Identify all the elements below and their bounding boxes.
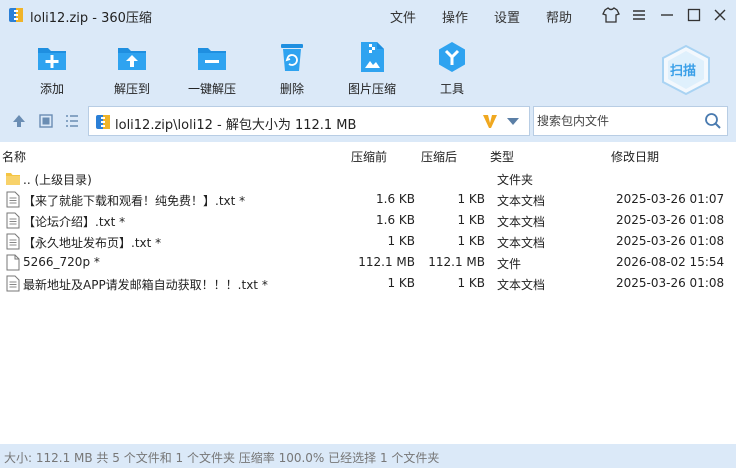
file-type: 文本文档 bbox=[497, 215, 546, 229]
address-dropdown-icon[interactable] bbox=[507, 118, 519, 125]
file-size-after: 1 KB bbox=[457, 213, 485, 227]
menu-settings[interactable]: 设置 bbox=[494, 7, 520, 26]
file-type: 文本文档 bbox=[497, 236, 546, 250]
list-header: 名称 压缩前 压缩后 类型 修改日期 bbox=[0, 142, 736, 166]
file-size-before: 1.6 KB bbox=[376, 213, 415, 227]
search-box bbox=[533, 106, 728, 136]
close-icon[interactable] bbox=[711, 6, 729, 24]
file-name: 【论坛介绍】.txt * bbox=[23, 215, 126, 229]
scan-label: 扫描 bbox=[670, 64, 697, 79]
tools-button[interactable]: 工具 bbox=[417, 40, 487, 100]
text-file-icon bbox=[6, 275, 20, 292]
app-logo-icon bbox=[9, 8, 23, 22]
extract-to-icon bbox=[118, 48, 146, 70]
tools-label: 工具 bbox=[439, 82, 464, 96]
file-modified: 2025-03-26 01:08 bbox=[616, 213, 725, 227]
file-size-after: 1 KB bbox=[457, 234, 485, 248]
file-name: 【永久地址发布页】.txt * bbox=[23, 236, 162, 250]
extract-to-label: 解压到 bbox=[113, 82, 150, 96]
menu-help[interactable]: 帮助 bbox=[546, 7, 572, 26]
add-button[interactable]: 添加 bbox=[17, 40, 87, 100]
main-toolbar: 添加 解压到 一键解压 删除 图片压缩 工具 bbox=[0, 30, 736, 104]
generic-file-icon bbox=[6, 254, 20, 271]
delete-button[interactable]: 删除 bbox=[257, 40, 327, 100]
file-size-before: 112.1 MB bbox=[358, 255, 415, 269]
up-arrow-icon[interactable] bbox=[11, 113, 27, 129]
thumbnail-view-icon[interactable] bbox=[38, 113, 54, 129]
status-bar: 大小: 112.1 MB 共 5 个文件和 1 个文件夹 压缩率 100.0% … bbox=[0, 444, 736, 468]
col-name-header[interactable]: 名称 bbox=[2, 148, 26, 165]
search-input[interactable] bbox=[534, 107, 699, 135]
one-click-extract-label: 一键解压 bbox=[187, 82, 236, 96]
maximize-icon[interactable] bbox=[685, 6, 703, 24]
skin-shirt-icon[interactable] bbox=[602, 6, 620, 24]
add-label: 添加 bbox=[39, 82, 64, 96]
one-click-extract-button[interactable]: 一键解压 bbox=[177, 40, 247, 100]
text-file-icon bbox=[6, 233, 20, 250]
table-row[interactable]: 【论坛介绍】.txt * 1.6 KB 1 KB 文本文档 2025-03-26… bbox=[0, 210, 736, 231]
image-compress-button[interactable]: 图片压缩 bbox=[337, 40, 407, 100]
file-name: 5266_720p * bbox=[23, 255, 100, 269]
file-name: .. (上级目录) bbox=[23, 173, 92, 187]
file-size-before: 1 KB bbox=[387, 276, 415, 290]
zip-file-icon bbox=[96, 115, 110, 129]
table-row[interactable]: 【来了就能下载和观看！纯免费！】.txt * 1.6 KB 1 KB 文本文档 … bbox=[0, 189, 736, 210]
file-modified: 2025-03-26 01:07 bbox=[616, 192, 725, 206]
file-size-after: 1 KB bbox=[457, 192, 485, 206]
delete-label: 删除 bbox=[279, 82, 304, 96]
file-type: 文件夹 bbox=[497, 173, 534, 187]
file-size-before: 1.6 KB bbox=[376, 192, 415, 206]
col-before-header[interactable]: 压缩前 bbox=[351, 148, 387, 165]
file-type: 文件 bbox=[497, 257, 522, 271]
tools-icon bbox=[439, 42, 465, 72]
file-size-after: 112.1 MB bbox=[428, 255, 485, 269]
file-modified: 2025-03-26 01:08 bbox=[616, 234, 725, 248]
menu-lines-icon[interactable] bbox=[630, 6, 648, 24]
text-file-icon bbox=[6, 191, 20, 208]
image-compress-icon bbox=[361, 42, 384, 72]
col-type-header[interactable]: 类型 bbox=[490, 148, 514, 165]
col-modified-header[interactable]: 修改日期 bbox=[611, 148, 659, 165]
table-row[interactable]: 最新地址及APP请发邮箱自动获取！！！.txt * 1 KB 1 KB 文本文档… bbox=[0, 273, 736, 294]
one-click-extract-icon bbox=[198, 48, 226, 70]
status-text: 大小: 112.1 MB 共 5 个文件和 1 个文件夹 压缩率 100.0% … bbox=[4, 451, 440, 465]
table-row[interactable]: 5266_720p * 112.1 MB 112.1 MB 文件 2026-08… bbox=[0, 252, 736, 273]
file-modified: 2025-03-26 01:08 bbox=[616, 276, 725, 290]
col-after-header[interactable]: 压缩后 bbox=[421, 148, 457, 165]
menu-operate[interactable]: 操作 bbox=[442, 7, 468, 26]
table-row[interactable]: 【永久地址发布页】.txt * 1 KB 1 KB 文本文档 2025-03-2… bbox=[0, 231, 736, 252]
text-file-icon bbox=[6, 212, 20, 229]
file-name: 【来了就能下载和观看！纯免费！】.txt * bbox=[23, 194, 246, 208]
extract-to-button[interactable]: 解压到 bbox=[97, 40, 167, 100]
file-type: 文本文档 bbox=[497, 278, 546, 292]
title-bar: loli12.zip - 360压缩 文件 操作 设置 帮助 bbox=[0, 0, 736, 30]
file-modified: 2026-08-02 15:54 bbox=[616, 255, 725, 269]
file-size-before: 1 KB bbox=[387, 234, 415, 248]
menu-file[interactable]: 文件 bbox=[390, 7, 416, 26]
add-icon bbox=[38, 48, 66, 70]
image-compress-label: 图片压缩 bbox=[347, 82, 396, 96]
file-size-after: 1 KB bbox=[457, 276, 485, 290]
address-row: loli12.zip\loli12 - 解包大小为 112.1 MB bbox=[0, 106, 736, 136]
verified-check-icon[interactable] bbox=[481, 112, 499, 130]
window-title: loli12.zip - 360压缩 bbox=[30, 11, 152, 26]
file-name: 最新地址及APP请发邮箱自动获取！！！.txt * bbox=[23, 278, 268, 292]
delete-icon bbox=[281, 44, 303, 71]
scan-button[interactable]: 扫描 bbox=[657, 44, 715, 96]
file-list: 名称 压缩前 压缩后 类型 修改日期 .. (上级目录) 文件夹 【来了就能下载… bbox=[0, 142, 736, 444]
table-row[interactable]: .. (上级目录) 文件夹 bbox=[0, 168, 736, 189]
file-type: 文本文档 bbox=[497, 194, 546, 208]
address-path: loli12.zip\loli12 - 解包大小为 112.1 MB bbox=[115, 118, 357, 133]
folder-icon bbox=[6, 173, 20, 185]
address-bar[interactable]: loli12.zip\loli12 - 解包大小为 112.1 MB bbox=[88, 106, 530, 136]
minimize-icon[interactable] bbox=[658, 6, 676, 24]
search-icon[interactable] bbox=[704, 112, 722, 130]
list-view-icon[interactable] bbox=[64, 113, 80, 129]
